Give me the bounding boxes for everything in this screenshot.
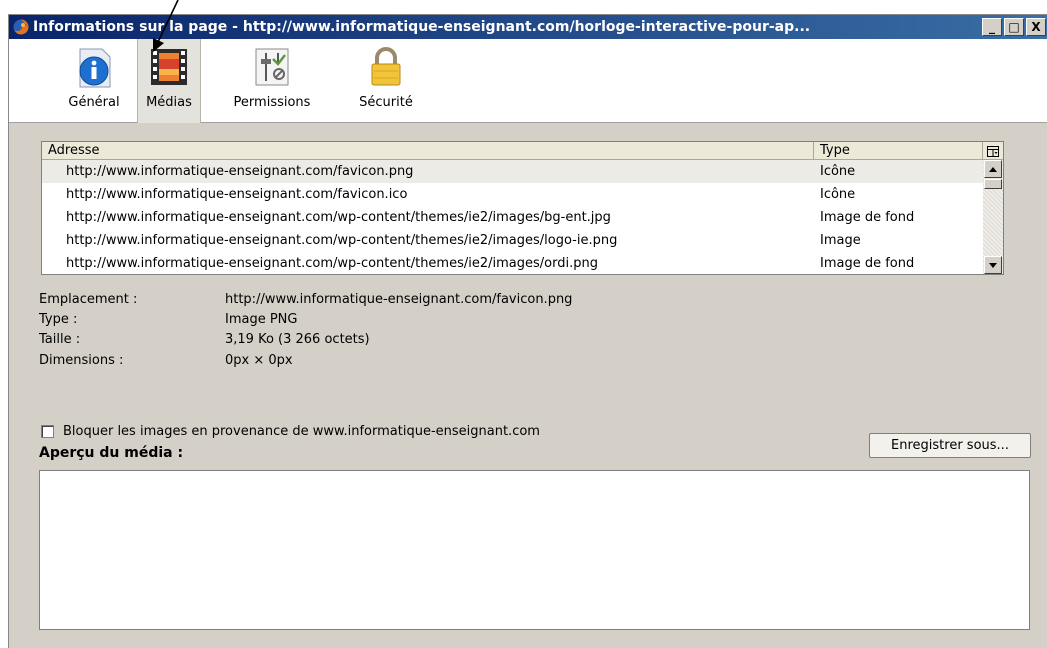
info-icon <box>79 48 111 88</box>
toolbar: Général Médias Permissions Sécurité <box>9 39 1047 123</box>
window-title: Informations sur la page - http://www.in… <box>33 19 811 35</box>
row-address: http://www.informatique-enseignant.com/f… <box>66 187 408 202</box>
preview-title: Aperçu du média : <box>39 445 184 461</box>
maximize-button[interactable]: □ <box>1004 18 1024 36</box>
list-header: Adresse Type <box>42 142 1003 160</box>
row-type: Image <box>820 233 861 248</box>
media-preview-area <box>39 470 1030 630</box>
size-value: 3,19 Ko (3 266 octets) <box>225 332 370 347</box>
tab-medias[interactable]: Médias <box>137 39 201 123</box>
row-type: Image de fond <box>820 210 915 225</box>
tab-general[interactable]: Général <box>53 39 135 123</box>
tab-securite[interactable]: Sécurité <box>341 39 431 123</box>
table-row[interactable]: http://www.informatique-enseignant.com/f… <box>42 183 983 206</box>
maximize-icon: □ <box>1008 20 1020 34</box>
minimize-button[interactable]: _ <box>982 18 1002 36</box>
size-label: Taille : <box>39 332 81 347</box>
tab-permissions-label: Permissions <box>233 95 311 110</box>
column-header-address[interactable]: Adresse <box>42 142 814 160</box>
row-type: Icône <box>820 164 856 179</box>
type-value: Image PNG <box>225 312 298 327</box>
firefox-icon <box>13 19 29 35</box>
arrow-up-icon <box>989 166 997 172</box>
tab-medias-label: Médias <box>146 95 192 110</box>
block-images-checkbox[interactable] <box>41 424 54 438</box>
permissions-icon <box>255 48 289 86</box>
close-icon: X <box>1031 20 1041 34</box>
type-label: Type : <box>39 312 78 327</box>
media-list[interactable]: Adresse Type http://www.informatique-ens… <box>41 141 1004 275</box>
row-address: http://www.informatique-enseignant.com/w… <box>66 210 611 225</box>
dimensions-label: Dimensions : <box>39 353 124 368</box>
block-images-row[interactable]: Bloquer les images en provenance de www.… <box>41 422 540 440</box>
tab-permissions[interactable]: Permissions <box>217 39 327 123</box>
close-button[interactable]: X <box>1026 18 1046 36</box>
scroll-thumb[interactable] <box>984 179 1002 189</box>
table-row[interactable]: http://www.informatique-enseignant.com/w… <box>42 206 983 229</box>
row-address: http://www.informatique-enseignant.com/w… <box>66 256 598 271</box>
location-value: http://www.informatique-enseignant.com/f… <box>225 292 573 307</box>
row-type: Image de fond <box>820 256 915 271</box>
media-icon <box>151 49 187 85</box>
save-as-button[interactable]: Enregistrer sous... <box>869 433 1031 458</box>
block-images-label[interactable]: Bloquer les images en provenance de www.… <box>63 424 540 439</box>
arrow-down-icon <box>989 262 997 268</box>
scroll-up-button[interactable] <box>984 160 1002 178</box>
tab-securite-label: Sécurité <box>359 95 413 110</box>
dimensions-value: 0px × 0px <box>225 353 293 368</box>
row-type: Icône <box>820 187 856 202</box>
page-info-window: Informations sur la page - http://www.in… <box>8 14 1047 648</box>
list-scrollbar[interactable] <box>983 160 1003 274</box>
lock-icon <box>371 47 401 86</box>
table-row[interactable]: http://www.informatique-enseignant.com/w… <box>42 229 983 252</box>
location-label: Emplacement : <box>39 292 138 307</box>
column-picker-icon[interactable] <box>983 142 1003 160</box>
tab-general-label: Général <box>68 95 120 110</box>
scroll-down-button[interactable] <box>984 256 1002 274</box>
table-row[interactable]: http://www.informatique-enseignant.com/f… <box>42 160 983 183</box>
table-row[interactable]: http://www.informatique-enseignant.com/w… <box>42 252 983 274</box>
row-address: http://www.informatique-enseignant.com/f… <box>66 164 414 179</box>
title-bar[interactable]: Informations sur la page - http://www.in… <box>9 15 1047 39</box>
row-address: http://www.informatique-enseignant.com/w… <box>66 233 618 248</box>
column-header-type[interactable]: Type <box>814 142 983 160</box>
minimize-icon: _ <box>989 20 995 34</box>
